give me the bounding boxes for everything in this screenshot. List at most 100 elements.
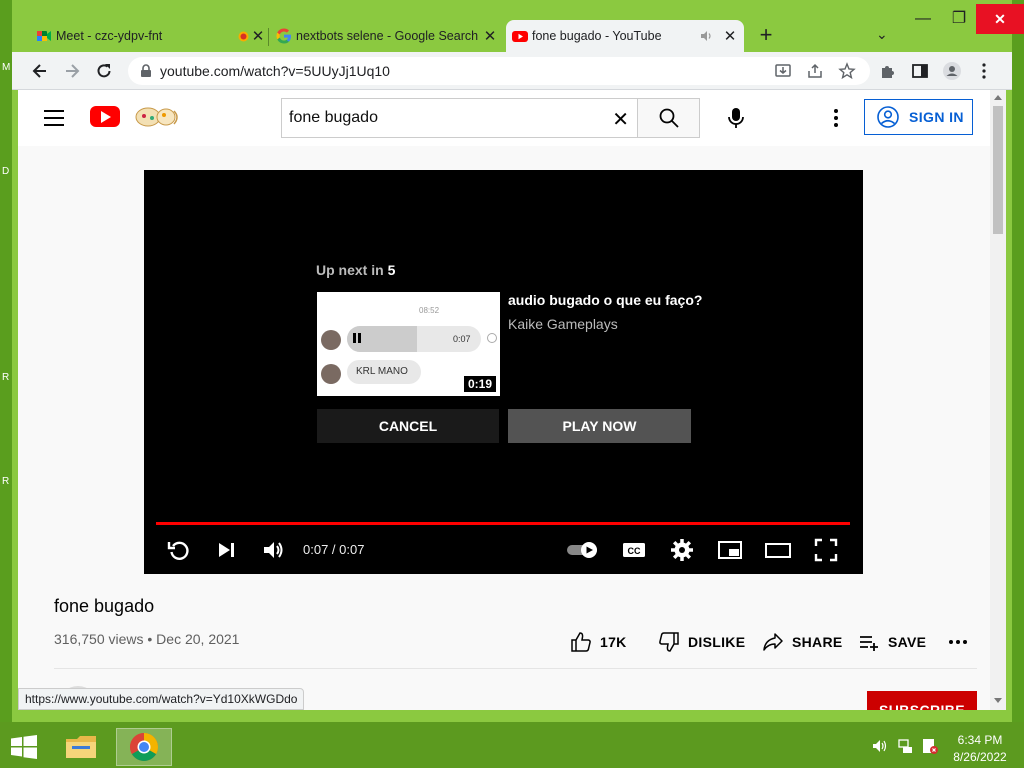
new-tab-icon[interactable]: + <box>754 24 778 46</box>
thumbs-down-icon <box>659 632 679 652</box>
share-page-icon[interactable] <box>806 62 824 80</box>
folder-icon <box>66 736 96 758</box>
tab-search-icon[interactable]: ⌄ <box>876 26 888 43</box>
like-count: 17K <box>600 634 627 650</box>
share-button[interactable]: SHARE <box>762 630 843 654</box>
youtube-logo[interactable] <box>90 106 120 127</box>
page-scrollbar[interactable] <box>990 90 1006 710</box>
save-label: SAVE <box>888 634 927 650</box>
settings-kebab-icon[interactable] <box>826 108 846 128</box>
close-tab-icon[interactable]: ✕ <box>250 27 266 45</box>
up-next-text: Up next in <box>316 262 384 278</box>
share-label: SHARE <box>792 634 843 650</box>
up-next-label: Up next in 5 <box>316 262 395 278</box>
cancel-autoplay-button[interactable]: CANCEL <box>317 409 499 443</box>
lock-icon[interactable] <box>140 64 152 77</box>
maximize-icon[interactable]: ❐ <box>942 8 976 30</box>
youtube-page: fone bugado ✕ SIGN IN Up next in 5 08:52… <box>18 90 990 710</box>
next-video-channel: Kaike Gameplays <box>508 316 618 332</box>
like-button[interactable]: 17K <box>570 630 627 654</box>
volume-icon[interactable] <box>259 536 287 564</box>
thumb-pause-icon <box>353 333 361 343</box>
next-video-thumbnail[interactable]: 08:52 0:07 KRL MANO 0:19 <box>317 292 500 396</box>
sign-in-button[interactable]: SIGN IN <box>864 99 973 135</box>
replay-icon[interactable] <box>165 536 193 564</box>
youtube-header: fone bugado ✕ SIGN IN <box>18 90 990 146</box>
network-tray-icon[interactable] <box>898 738 914 754</box>
back-icon[interactable] <box>30 61 50 81</box>
tab-meet[interactable]: Meet - czc-ydpv-fnt ✕ <box>30 20 264 52</box>
share-arrow-icon <box>763 633 783 651</box>
close-tab-icon[interactable]: ✕ <box>722 27 738 45</box>
fullscreen-icon[interactable] <box>812 536 840 564</box>
speaker-icon[interactable] <box>700 30 713 42</box>
guide-menu-icon[interactable] <box>44 110 64 126</box>
tab-title: nextbots selene - Google Search <box>296 29 479 43</box>
miniplayer-icon[interactable] <box>716 536 744 564</box>
tab-title: fone bugado - YouTube <box>532 29 662 43</box>
bookmark-star-icon[interactable] <box>838 62 856 80</box>
system-clock[interactable]: 6:34 PM 8/26/2022 <box>950 732 1010 766</box>
next-video-title[interactable]: audio bugado o que eu faço? <box>508 292 702 308</box>
side-panel-icon[interactable] <box>910 61 930 81</box>
extensions-icon[interactable] <box>878 61 898 81</box>
tab-youtube[interactable]: fone bugado - YouTube ✕ <box>506 20 744 52</box>
windows-start-icon[interactable] <box>10 735 38 759</box>
reload-icon[interactable] <box>94 61 114 81</box>
chrome-taskbar-button[interactable] <box>116 728 172 766</box>
taskbar: 6:34 PM 8/26/2022 <box>0 722 1024 768</box>
playlist-add-icon <box>860 636 878 651</box>
more-actions-icon[interactable] <box>948 638 968 646</box>
recording-dot-icon <box>238 31 249 42</box>
captions-icon[interactable]: CC <box>620 536 648 564</box>
time-display: 0:07 / 0:07 <box>303 542 365 557</box>
search-input[interactable]: fone bugado ✕ <box>281 98 637 138</box>
desktop-icon-label: R <box>2 476 10 487</box>
video-player[interactable]: Up next in 5 08:52 0:07 KRL MANO 0:19 au… <box>144 170 863 574</box>
browser-toolbar: youtube.com/watch?v=5UUyJj1Uq10 <box>12 52 1012 90</box>
tab-google-search[interactable]: nextbots selene - Google Search ✕ <box>270 20 504 52</box>
save-button[interactable]: SAVE <box>858 630 926 654</box>
close-window-icon[interactable]: ✕ <box>976 4 1024 34</box>
google-icon <box>276 28 291 44</box>
dislike-label: DISLIKE <box>688 634 746 650</box>
install-app-icon[interactable] <box>774 62 792 80</box>
search-button[interactable] <box>637 98 700 138</box>
play-now-button[interactable]: PLAY NOW <box>508 409 691 443</box>
theater-mode-icon[interactable] <box>764 536 792 564</box>
profile-icon[interactable] <box>942 61 962 81</box>
tab-divider <box>268 28 269 46</box>
search-icon <box>659 108 679 128</box>
desktop-icon-label: D <box>2 166 10 177</box>
settings-gear-icon[interactable] <box>668 536 696 564</box>
action-center-alert-icon[interactable] <box>922 738 938 754</box>
video-meta: 316,750 views • Dec 20, 2021 <box>54 631 240 647</box>
microphone-icon[interactable] <box>718 100 754 136</box>
clear-search-icon[interactable]: ✕ <box>612 107 629 132</box>
scroll-up-icon[interactable] <box>994 95 1002 100</box>
account-circle-icon <box>877 106 899 128</box>
video-title: fone bugado <box>54 596 155 616</box>
subscribe-button[interactable]: SUBSCRIBE <box>867 691 977 710</box>
file-explorer-button[interactable] <box>56 728 106 766</box>
thumb-emoji-icon <box>487 333 497 343</box>
progress-bar[interactable] <box>156 522 850 525</box>
youtube-doodle-icon[interactable] <box>134 106 182 128</box>
address-bar[interactable]: youtube.com/watch?v=5UUyJj1Uq10 <box>128 57 870 85</box>
close-tab-icon[interactable]: ✕ <box>482 27 498 45</box>
next-video-icon[interactable] <box>212 536 240 564</box>
clock-time: 6:34 PM <box>957 733 1003 747</box>
forward-icon[interactable] <box>62 61 82 81</box>
desktop-icon-label: R <box>2 372 10 383</box>
chrome-menu-icon[interactable] <box>974 61 994 81</box>
scrollbar-thumb[interactable] <box>993 106 1003 234</box>
link-status-bar: https://www.youtube.com/watch?v=Yd10XkWG… <box>18 688 305 710</box>
countdown-number: 5 <box>387 262 396 278</box>
scroll-down-icon[interactable] <box>994 698 1002 703</box>
thumb-top-time: 08:52 <box>419 306 440 315</box>
dislike-button[interactable]: DISLIKE <box>658 630 745 654</box>
url-text: youtube.com/watch?v=5UUyJj1Uq10 <box>160 63 390 79</box>
minimize-icon[interactable]: — <box>906 8 940 30</box>
volume-tray-icon[interactable] <box>872 738 888 754</box>
autoplay-toggle-icon[interactable] <box>565 536 603 564</box>
